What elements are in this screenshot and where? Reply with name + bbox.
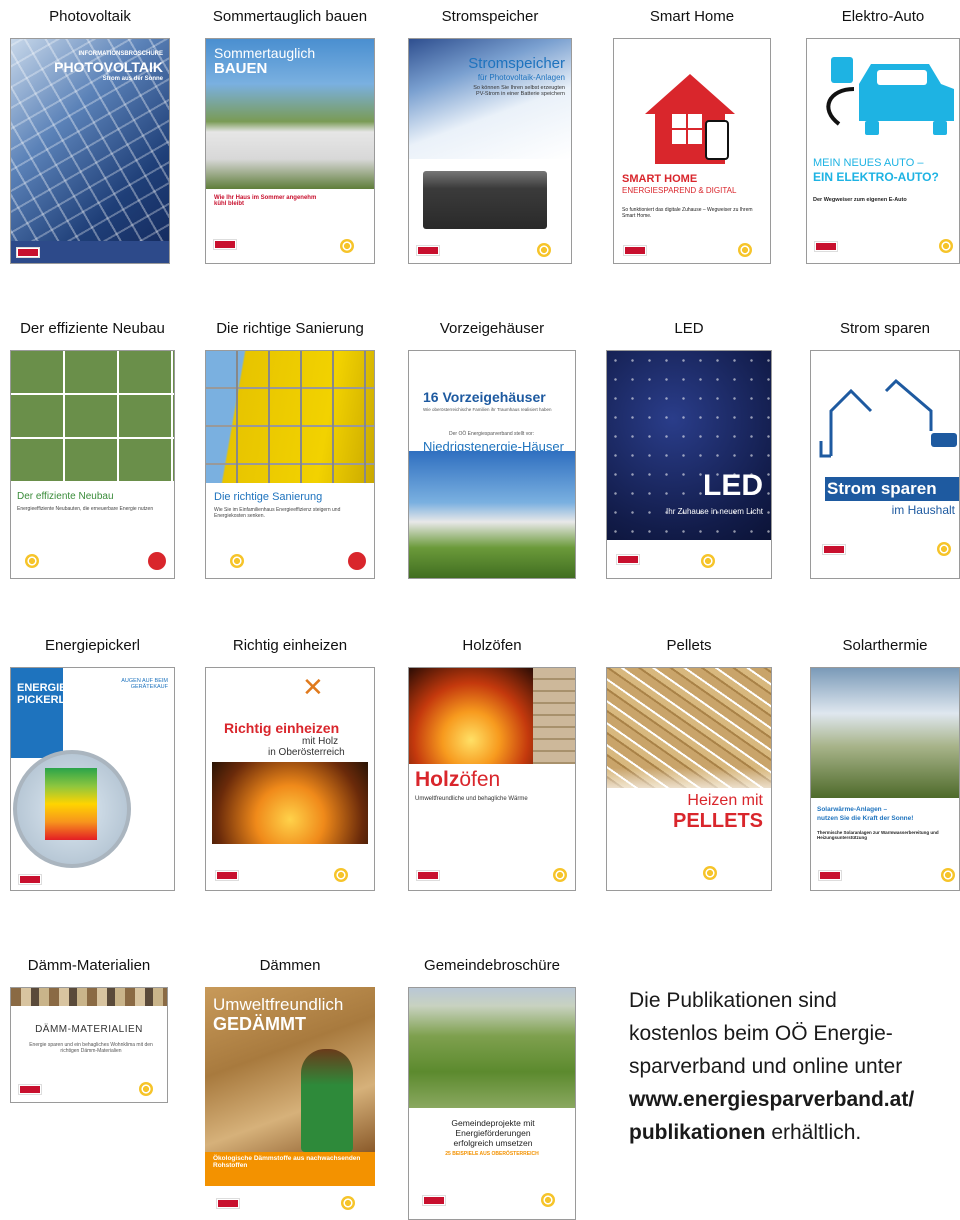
publication-richtige-sanierung[interactable]: Die richtige Sanierung Die richtige Sani… bbox=[205, 320, 375, 580]
publication-title: Gemeindebroschüre bbox=[424, 957, 560, 974]
cover-daemmen[interactable]: Umweltfreundlich GEDÄMMT Ökologische Däm… bbox=[205, 987, 375, 1220]
publication-daemm-materialien[interactable]: Dämm-Materialien DÄMM-MATERIALIEN Energi… bbox=[10, 957, 168, 1107]
cover-vorzeigehaeuser[interactable]: 16 Vorzeigehäuser Wie oberösterreichisch… bbox=[408, 350, 576, 579]
publication-title: Solarthermie bbox=[842, 637, 928, 654]
publication-holzoefen[interactable]: Holzöfen Holzöfen Umweltfreundliche und … bbox=[408, 637, 576, 893]
website-link[interactable]: www.energiesparverband.at/ bbox=[629, 1088, 914, 1111]
cover-energiepickerl[interactable]: ENERGIE PICKERL AUGEN AUF BEIM GERÄTEKAU… bbox=[10, 667, 175, 891]
cover-sommertauglich[interactable]: Sommertauglich BAUEN Wie Ihr Haus im Som… bbox=[205, 38, 375, 264]
cover-pellets[interactable]: Heizen mit PELLETS bbox=[606, 667, 772, 891]
cover-photovoltaik[interactable]: INFORMATIONSBROSCHÜRE PHOTOVOLTAIK Strom… bbox=[10, 38, 170, 264]
cover-stromspeicher[interactable]: Stromspeicher für Photovoltaik-Anlagen S… bbox=[408, 38, 572, 264]
publication-strom-sparen[interactable]: Strom sparen Strom sparen im Haushalt bbox=[810, 320, 960, 580]
publication-richtig-einheizen[interactable]: Richtig einheizen ✕ Richtig einheizen mi… bbox=[205, 637, 375, 893]
cover-solarthermie[interactable]: Solarwärme-Anlagen – nutzen Sie die Kraf… bbox=[810, 667, 960, 891]
cover-richtig-einheizen[interactable]: ✕ Richtig einheizen mit Holz in Oberöste… bbox=[205, 667, 375, 891]
cover-sanierung[interactable]: Die richtige Sanierung Wie Sie im Einfam… bbox=[205, 350, 375, 579]
publication-vorzeigehaeuser[interactable]: Vorzeigehäuser 16 Vorzeigehäuser Wie obe… bbox=[408, 320, 576, 580]
cover-smart-home[interactable]: SMART HOME ENERGIESPAREND & DIGITAL So f… bbox=[613, 38, 771, 264]
publication-gemeindebroschuere[interactable]: Gemeindebroschüre Gemeindeprojekte mit E… bbox=[408, 957, 576, 1220]
cover-led[interactable]: LED Ihr Zuhause in neuem Licht bbox=[606, 350, 772, 579]
website-link-path[interactable]: publikationen bbox=[629, 1121, 766, 1144]
car-icon bbox=[826, 57, 954, 135]
cover-holzoefen[interactable]: Holzöfen Umweltfreundliche und behaglich… bbox=[408, 667, 576, 891]
publication-title: Strom sparen bbox=[839, 320, 931, 337]
publication-elektro-auto[interactable]: Elektro-Auto MEIN NEUES AUTO – EIN ELEKT… bbox=[806, 8, 960, 264]
publication-title: Elektro-Auto bbox=[841, 8, 925, 25]
publication-energiepickerl[interactable]: Energiepickerl ENERGIE PICKERL AUGEN AUF… bbox=[10, 637, 175, 893]
publication-sommertauglich-bauen[interactable]: Sommertauglich bauen Sommertauglich BAUE… bbox=[205, 8, 375, 264]
cover-strom-sparen[interactable]: Strom sparen im Haushalt bbox=[810, 350, 960, 579]
publication-stromspeicher[interactable]: Stromspeicher Stromspeicher für Photovol… bbox=[408, 8, 572, 264]
publication-solarthermie[interactable]: Solarthermie Solarwärme-Anlagen – nutzen… bbox=[810, 637, 960, 893]
publication-daemmen[interactable]: Dämmen Umweltfreundlich GEDÄMMT Ökologis… bbox=[205, 957, 375, 1220]
cover-gemeindebroschuere[interactable]: Gemeindeprojekte mit Energieförderungen … bbox=[408, 987, 576, 1220]
house-plug-icon bbox=[819, 378, 957, 458]
cover-daemm-materialien[interactable]: DÄMM-MATERIALIEN Energie sparen und ein … bbox=[10, 987, 168, 1103]
availability-note: Die Publikationen sind kostenlos beim OÖ… bbox=[629, 989, 915, 1144]
cover-elektro-auto[interactable]: MEIN NEUES AUTO – EIN ELEKTRO-AUTO? Der … bbox=[806, 38, 960, 264]
cover-neubau[interactable]: Der effiziente Neubau Energieeffiziente … bbox=[10, 350, 175, 579]
publication-effiziente-neubau[interactable]: Der effiziente Neubau Der effiziente Neu… bbox=[10, 320, 175, 580]
publication-led[interactable]: LED LED Ihr Zuhause in neuem Licht bbox=[606, 320, 772, 580]
publication-pellets[interactable]: Pellets Heizen mit PELLETS bbox=[606, 637, 772, 893]
publication-photovoltaik[interactable]: Photovoltaik INFORMATIONSBROSCHÜRE PHOTO… bbox=[10, 8, 170, 264]
publication-smart-home[interactable]: Smart Home SMART HOME ENERGIESPAREND & D… bbox=[613, 8, 771, 264]
house-icon bbox=[645, 74, 735, 164]
